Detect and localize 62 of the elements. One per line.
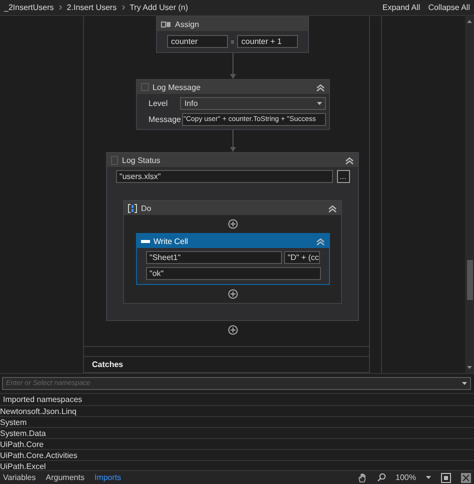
sheet-name-field[interactable]: "Sheet1"	[146, 251, 282, 264]
namespace-item[interactable]: UiPath.Core	[0, 440, 44, 448]
zoom-level[interactable]: 100%	[396, 473, 416, 482]
header-link[interactable]: Collapse All	[428, 3, 470, 12]
value-field[interactable]: "ok"	[146, 267, 320, 280]
dropdown-caret-icon[interactable]	[462, 382, 467, 385]
assign-to-field[interactable]: counter	[167, 35, 228, 48]
breadcrumb-item[interactable]: _2InsertUsers	[4, 3, 54, 12]
equals-icon	[230, 40, 234, 44]
namespace-item[interactable]: UiPath.Core.Activities	[0, 450, 78, 460]
activity-title: Do	[141, 204, 152, 212]
overview-icon[interactable]	[461, 472, 471, 482]
header-link[interactable]: Expand All	[382, 3, 420, 12]
collapse-icon[interactable]	[316, 236, 324, 246]
namespace-item[interactable]: System.Data	[0, 428, 46, 438]
sequence-icon	[128, 204, 137, 212]
browse-button[interactable]: ...	[336, 170, 350, 183]
add-activity-icon[interactable]	[228, 325, 238, 335]
namespace-item[interactable]: Newtonsoft.Json.Linq	[0, 406, 76, 416]
collapse-icon[interactable]	[345, 156, 354, 164]
dropdown-caret-icon	[316, 102, 322, 105]
breadcrumb-item[interactable]: 2.Insert Users	[66, 3, 117, 12]
collapse-icon[interactable]	[328, 204, 337, 212]
chevron-icon	[122, 5, 125, 10]
scrollbar[interactable]	[465, 16, 474, 373]
write-cell-icon	[140, 240, 150, 242]
do-sequence[interactable]: Do Write Cell "Sheet1" "D" + (cc "ok"	[123, 200, 342, 304]
log-icon	[140, 83, 148, 91]
hand-icon[interactable]	[358, 472, 367, 482]
field-label: Message	[148, 115, 178, 124]
column-header: Imported namespaces	[3, 395, 82, 404]
write-cell-activity[interactable]: Write Cell "Sheet1" "D" + (cc "ok"	[136, 233, 330, 285]
add-activity-icon[interactable]	[228, 219, 238, 229]
cell-field[interactable]: "D" + (cc	[284, 251, 320, 264]
connector-arrow	[230, 130, 236, 152]
assign-icon	[161, 20, 171, 28]
namespace-item[interactable]: UiPath.Excel	[0, 462, 46, 470]
activity-title: Write Cell	[154, 236, 188, 246]
activity-title: Log Status	[122, 156, 160, 164]
document-icon	[111, 156, 118, 164]
scroll-down-icon[interactable]	[467, 366, 472, 369]
connector-arrow	[230, 53, 236, 79]
fit-screen-icon[interactable]	[441, 472, 451, 482]
panel-tab[interactable]: Variables	[3, 473, 36, 482]
field-label: Level	[148, 99, 169, 108]
dropdown-caret-icon[interactable]	[426, 476, 431, 479]
assign-value-field[interactable]: counter + 1	[237, 35, 298, 48]
scroll-up-icon[interactable]	[467, 20, 472, 23]
panel-tab[interactable]: Arguments	[46, 473, 84, 482]
panel-tab[interactable]: Imports	[94, 473, 122, 482]
search-icon[interactable]	[376, 473, 386, 482]
level-dropdown[interactable]: Info	[180, 97, 326, 110]
log-status-activity[interactable]: Log Status "users.xlsx" ... Do Write Cell "Sheet1" "D" + (cc "ok"	[106, 152, 359, 321]
collapse-icon[interactable]	[316, 82, 324, 92]
assign-activity[interactable]: Assign counter counter + 1	[156, 16, 309, 53]
file-path-field[interactable]: "users.xlsx"	[116, 170, 332, 183]
activity-title: Log Message	[152, 82, 201, 92]
namespace-item[interactable]: System	[0, 418, 27, 426]
activity-title: Assign	[175, 20, 200, 28]
add-activity-icon[interactable]	[228, 289, 238, 299]
chevron-icon	[58, 5, 62, 10]
breadcrumb-item[interactable]: Try Add User (n)	[130, 3, 188, 12]
